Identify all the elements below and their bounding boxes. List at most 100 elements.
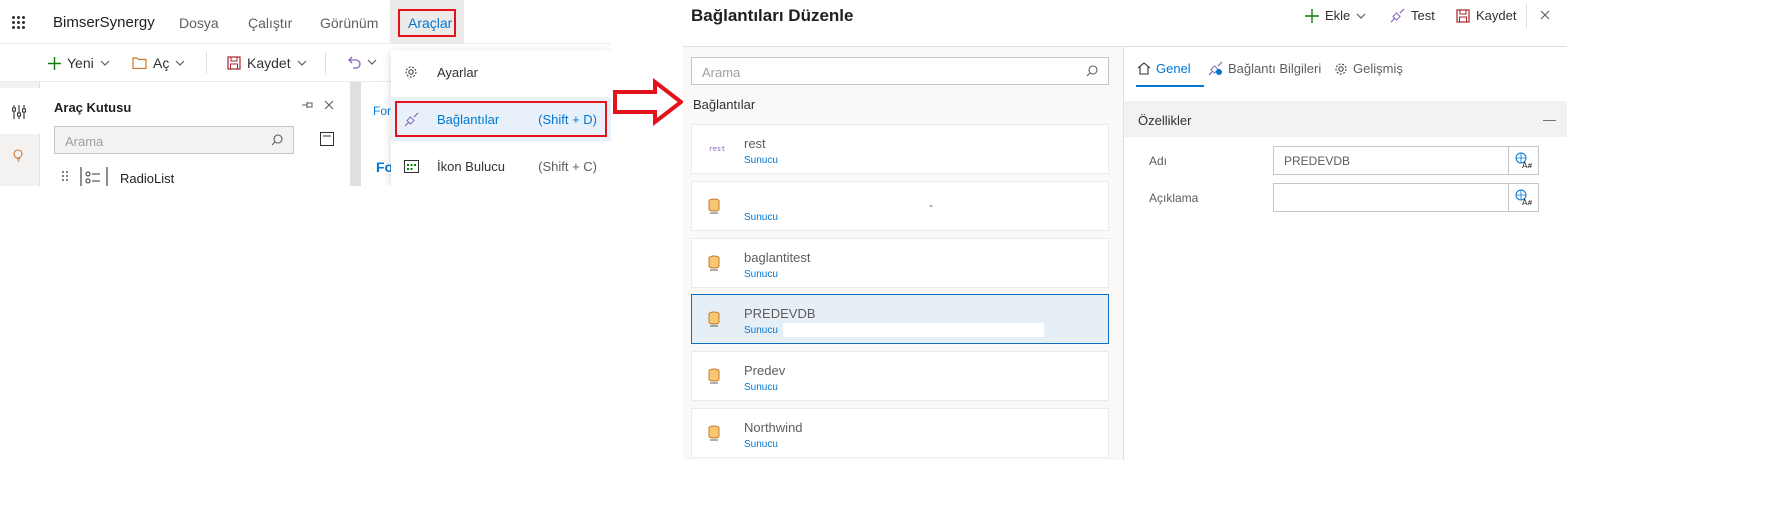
open-label: Aç — [153, 55, 170, 71]
collapse-icon[interactable]: — — [1543, 112, 1556, 127]
translate-icon: A# — [1515, 189, 1532, 206]
highlight-box-araclar — [398, 9, 456, 37]
save-button[interactable]: Kaydet — [227, 55, 307, 71]
menu-dosya[interactable]: Dosya — [179, 15, 219, 31]
redacted-area — [783, 323, 1044, 337]
translate-button[interactable]: A# — [1508, 183, 1539, 212]
gear-icon — [1335, 63, 1347, 74]
svg-text:{rest}: {rest} — [708, 145, 726, 153]
open-button[interactable]: Aç — [132, 55, 185, 71]
connection-name: PREDEVDB — [744, 306, 816, 321]
connection-name: rest — [744, 136, 766, 151]
database-icon — [708, 198, 720, 214]
new-label: Yeni — [67, 55, 94, 71]
lightbulb-icon[interactable] — [12, 148, 26, 162]
add-button[interactable]: Ekle — [1305, 8, 1366, 23]
connection-item-northwind[interactable]: Northwind Sunucu — [691, 408, 1109, 458]
toolbox-title: Araç Kutusu — [54, 100, 132, 115]
plug-info-icon — [1208, 61, 1223, 76]
save-button[interactable]: Kaydet — [1456, 8, 1516, 23]
properties-title: Özellikler — [1138, 113, 1192, 128]
connection-detail-panel: Genel Bağlantı Bilgileri Gelişmiş Özelli… — [1123, 47, 1567, 460]
search-icon — [1086, 65, 1098, 77]
chevron-down-icon — [297, 60, 307, 66]
properties-header[interactable]: Özellikler — — [1124, 101, 1567, 137]
dropdown-shortcut-ikon-bulucu: (Shift + C) — [538, 158, 597, 174]
add-label: Ekle — [1325, 8, 1351, 23]
toolbox-panel: Araç Kutusu Arama RadioList — [40, 82, 350, 186]
connection-name: Northwind — [744, 420, 803, 435]
connection-type: Sunucu — [744, 382, 778, 393]
toolbox-search-input[interactable]: Arama — [54, 126, 294, 154]
drag-handle-icon[interactable] — [62, 170, 68, 182]
search-icon — [271, 134, 283, 146]
dropdown-label-ikon-bulucu: İkon Bulucu — [437, 158, 505, 174]
header-separator — [1526, 4, 1527, 28]
icon-finder-icon — [404, 160, 419, 173]
save-icon — [1456, 8, 1470, 23]
dropdown-item-ayarlar[interactable]: Ayarlar — [391, 50, 611, 94]
connection-type: Sunucu — [744, 155, 778, 166]
svg-text:#: # — [1527, 199, 1532, 206]
splitter[interactable] — [350, 82, 360, 186]
dropdown-item-ikon-bulucu[interactable]: İkon Bulucu (Shift + C) — [391, 144, 611, 186]
close-icon[interactable] — [1540, 10, 1550, 20]
menu-gorunum[interactable]: Görünüm — [320, 15, 378, 31]
folder-icon — [132, 57, 147, 69]
toolbox-sliders-icon[interactable] — [12, 104, 26, 120]
menu-calistir[interactable]: Çalıştır — [248, 15, 292, 31]
save-icon — [227, 56, 241, 70]
radiolist-icon — [80, 166, 108, 186]
translate-icon: A# — [1515, 152, 1532, 169]
svg-text:#: # — [1527, 162, 1532, 169]
plus-icon — [48, 56, 61, 70]
menu-bar: BimserSynergy Dosya Çalıştır Görünüm Ara… — [0, 0, 611, 44]
chevron-down-icon — [175, 60, 185, 66]
tab-general[interactable]: Genel — [1137, 61, 1191, 76]
description-label: Açıklama — [1149, 191, 1199, 205]
name-input[interactable]: PREDEVDB — [1273, 146, 1509, 175]
connection-extra: - — [929, 198, 933, 212]
connection-name: baglantitest — [744, 250, 811, 265]
close-icon[interactable] — [324, 100, 334, 110]
new-button[interactable]: Yeni — [48, 55, 110, 71]
connection-item-rest[interactable]: {rest} rest Sunucu — [691, 124, 1109, 174]
translate-button[interactable]: A# — [1508, 146, 1539, 175]
toolbox-item-radiolist[interactable]: RadioList — [120, 171, 174, 186]
test-button[interactable]: Test — [1390, 8, 1435, 23]
connection-item-predevdb[interactable]: PREDEVDB Sunucu — [691, 294, 1109, 344]
right-screenshot: Bağlantıları Düzenle Ekle Test Kaydet Ar… — [683, 0, 1567, 460]
dialog-title: Bağlantıları Düzenle — [691, 6, 854, 25]
connection-item-predev[interactable]: Predev Sunucu — [691, 351, 1109, 401]
tab-connection-info[interactable]: Bağlantı Bilgileri — [1208, 61, 1321, 76]
app-title: BimserSynergy — [53, 14, 155, 31]
dropdown-label-ayarlar: Ayarlar — [437, 64, 478, 80]
connection-name: Predev — [744, 363, 786, 378]
plus-icon — [1305, 8, 1319, 23]
save-label: Kaydet — [247, 55, 291, 71]
pin-icon[interactable] — [301, 100, 314, 110]
connection-type: Sunucu — [744, 325, 778, 336]
connection-item-baglantitest[interactable]: baglantitest Sunucu — [691, 238, 1109, 288]
active-tab-indicator — [1136, 85, 1204, 87]
home-icon — [1137, 62, 1151, 75]
chevron-down-icon — [100, 60, 110, 66]
connection-item[interactable]: - Sunucu — [691, 181, 1109, 231]
undo-button[interactable] — [347, 55, 377, 69]
gear-icon — [404, 65, 418, 79]
collapse-panel-icon[interactable] — [320, 132, 334, 146]
app-launcher-icon[interactable] — [12, 16, 25, 29]
connections-search-input[interactable]: Arama — [691, 57, 1109, 85]
connections-search-placeholder: Arama — [702, 65, 741, 80]
name-label: Adı — [1149, 154, 1168, 168]
database-icon — [708, 368, 720, 384]
form-tab[interactable]: For — [373, 104, 391, 118]
tab-connection-info-label: Bağlantı Bilgileri — [1228, 61, 1322, 76]
description-input[interactable] — [1273, 183, 1509, 212]
chevron-down-icon — [1356, 13, 1366, 19]
toolbar-separator — [206, 52, 207, 74]
database-icon — [708, 311, 720, 327]
name-value: PREDEVDB — [1284, 154, 1351, 168]
toolbar-separator — [325, 52, 326, 74]
tab-advanced[interactable]: Gelişmiş — [1334, 61, 1403, 76]
